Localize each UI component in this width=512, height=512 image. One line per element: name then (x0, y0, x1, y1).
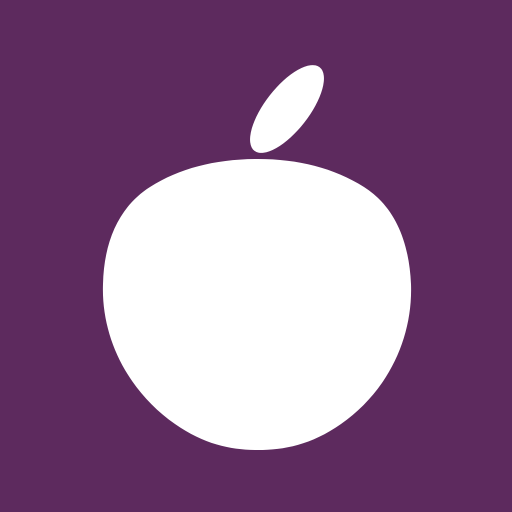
fruit-icon (0, 0, 512, 512)
app-icon (0, 0, 512, 512)
